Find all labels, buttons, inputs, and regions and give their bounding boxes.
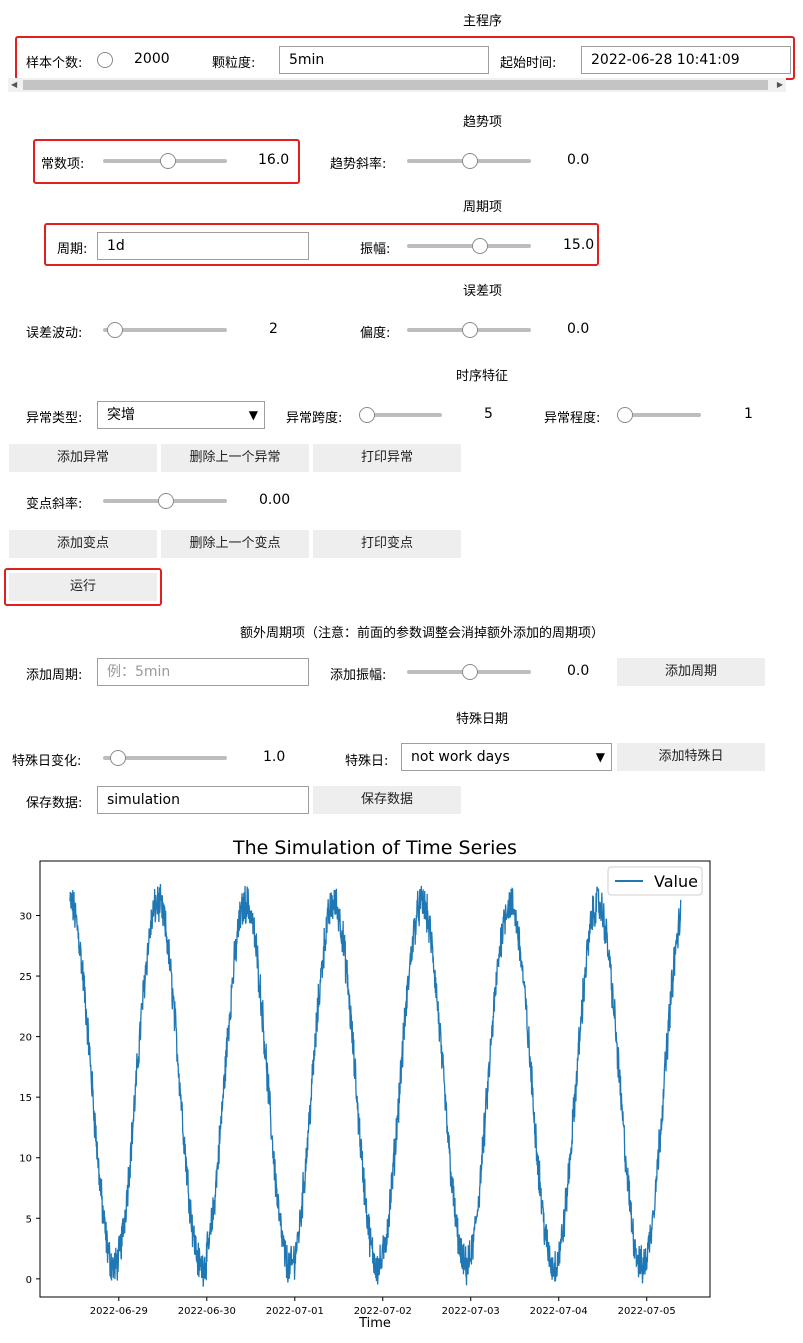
plot-layer xyxy=(69,883,682,1287)
add-anomaly-button[interactable]: 添加异常 xyxy=(9,444,157,472)
delete-last-changepoint-button[interactable]: 删除上一个变点 xyxy=(161,530,309,558)
y-tick-label: 15 xyxy=(19,1093,32,1104)
add-amplitude-label: 添加振幅: xyxy=(330,668,387,683)
section-title-error: 误差项 xyxy=(463,284,503,299)
changepoint-slope-slider-handle[interactable] xyxy=(158,493,174,509)
x-tick-label: 2022-06-29 xyxy=(90,1306,148,1317)
trend-slope-value: 0.0 xyxy=(567,152,590,168)
trend-slope-label: 趋势斜率: xyxy=(330,157,387,172)
highlight-box-run xyxy=(4,568,162,606)
start-time-input[interactable]: 2022-06-28 10:41:09 xyxy=(581,46,791,74)
anomaly-span-label: 异常跨度: xyxy=(286,411,343,426)
granularity-label: 颗粒度: xyxy=(212,56,256,71)
skew-slider-handle[interactable] xyxy=(462,322,478,338)
y-tick-label: 30 xyxy=(19,912,32,923)
special-change-slider-handle[interactable] xyxy=(110,750,126,766)
granularity-input[interactable]: 5min xyxy=(279,46,489,74)
sample-count-label: 样本个数: xyxy=(26,56,83,71)
section-title-trend: 趋势项 xyxy=(463,115,503,130)
x-tick-label: 2022-07-02 xyxy=(354,1306,412,1317)
skew-label: 偏度: xyxy=(360,326,391,341)
start-time-label: 起始时间: xyxy=(500,56,557,71)
amplitude-value: 15.0 xyxy=(563,237,595,253)
add-period-input[interactable]: 例：5min xyxy=(97,658,309,686)
save-data-input[interactable]: simulation xyxy=(97,786,309,814)
section-title-special: 特殊日期 xyxy=(456,712,509,727)
noise-slider-handle[interactable] xyxy=(107,322,123,338)
x-tick-label: 2022-06-30 xyxy=(178,1306,236,1317)
delete-last-anomaly-button[interactable]: 删除上一个异常 xyxy=(161,444,309,472)
skew-value: 0.0 xyxy=(567,321,590,337)
anomaly-type-value: 突增 xyxy=(107,407,135,423)
anomaly-degree-value: 1 xyxy=(744,406,753,422)
legend: Value xyxy=(607,866,703,896)
const-value: 16.0 xyxy=(258,152,290,168)
period-input[interactable]: 1d xyxy=(97,232,309,260)
const-label: 常数项: xyxy=(41,157,85,172)
noise-value: 2 xyxy=(269,321,278,337)
special-day-value: not work days xyxy=(411,749,510,765)
scroll-right-icon[interactable]: ▶ xyxy=(777,78,783,92)
y-tick-label: 20 xyxy=(19,1033,32,1044)
section-title-features: 时序特征 xyxy=(456,369,509,384)
series-line-value xyxy=(69,883,682,1287)
sample-count-radio[interactable] xyxy=(97,52,113,68)
chevron-down-icon: ▼ xyxy=(595,750,605,764)
changepoint-slope-label: 变点斜率: xyxy=(26,497,83,512)
x-tick-label: 2022-07-04 xyxy=(530,1306,588,1317)
add-changepoint-button[interactable]: 添加变点 xyxy=(9,530,157,558)
add-amplitude-value: 0.0 xyxy=(567,663,590,679)
special-change-label: 特殊日变化: xyxy=(12,754,82,769)
amplitude-slider-handle[interactable] xyxy=(472,238,488,254)
anomaly-type-label: 异常类型: xyxy=(26,411,83,426)
trend-slope-slider-handle[interactable] xyxy=(462,153,478,169)
plot-frame xyxy=(39,860,711,1298)
special-day-select[interactable]: not work days ▼ xyxy=(401,743,612,771)
sample-count-value: 2000 xyxy=(134,51,170,67)
x-tick-label: 2022-07-01 xyxy=(266,1306,324,1317)
legend-label: Value xyxy=(654,872,698,891)
x-tick-label: 2022-07-03 xyxy=(442,1306,500,1317)
period-label: 周期: xyxy=(57,242,88,257)
section-title-period: 周期项 xyxy=(463,200,503,215)
save-data-button[interactable]: 保存数据 xyxy=(313,786,461,814)
anomaly-degree-label: 异常程度: xyxy=(544,411,601,426)
save-data-label: 保存数据: xyxy=(26,796,83,811)
const-slider-handle[interactable] xyxy=(160,153,176,169)
section-title-extra: 额外周期项（注意：前面的参数调整会消掉额外添加的周期项） xyxy=(240,626,605,641)
noise-label: 误差波动: xyxy=(26,326,83,341)
add-period-button[interactable]: 添加周期 xyxy=(617,658,765,686)
scroll-left-icon[interactable]: ◀ xyxy=(11,78,17,92)
horizontal-scrollbar[interactable]: ◀ ▶ xyxy=(8,78,786,92)
add-special-day-button[interactable]: 添加特殊日 xyxy=(617,743,765,771)
print-changepoint-button[interactable]: 打印变点 xyxy=(313,530,461,558)
x-axis-label: Time xyxy=(358,1316,391,1331)
anomaly-degree-slider-handle[interactable] xyxy=(617,407,633,423)
time-series-chart: The Simulation of Time Series Value Time… xyxy=(19,837,711,1331)
special-day-label: 特殊日: xyxy=(345,754,389,769)
x-tick-label: 2022-07-05 xyxy=(618,1306,676,1317)
print-anomaly-button[interactable]: 打印异常 xyxy=(313,444,461,472)
y-tick-label: 5 xyxy=(26,1214,32,1225)
anomaly-span-slider-handle[interactable] xyxy=(359,407,375,423)
section-title-main: 主程序 xyxy=(463,14,503,29)
amplitude-label: 振幅: xyxy=(360,242,391,257)
amplitude-slider[interactable] xyxy=(407,244,531,248)
y-tick-label: 0 xyxy=(26,1275,32,1286)
add-period-label: 添加周期: xyxy=(26,668,83,683)
y-tick-label: 10 xyxy=(19,1154,32,1165)
special-change-value: 1.0 xyxy=(263,749,286,765)
anomaly-span-value: 5 xyxy=(484,406,493,422)
chart-title: The Simulation of Time Series xyxy=(232,837,517,859)
changepoint-slope-value: 0.00 xyxy=(259,492,291,508)
scrollbar-thumb[interactable] xyxy=(23,80,768,90)
y-tick-label: 25 xyxy=(19,972,32,983)
chevron-down-icon: ▼ xyxy=(248,408,258,422)
add-amplitude-slider-handle[interactable] xyxy=(462,664,478,680)
anomaly-type-select[interactable]: 突增 ▼ xyxy=(97,401,265,429)
